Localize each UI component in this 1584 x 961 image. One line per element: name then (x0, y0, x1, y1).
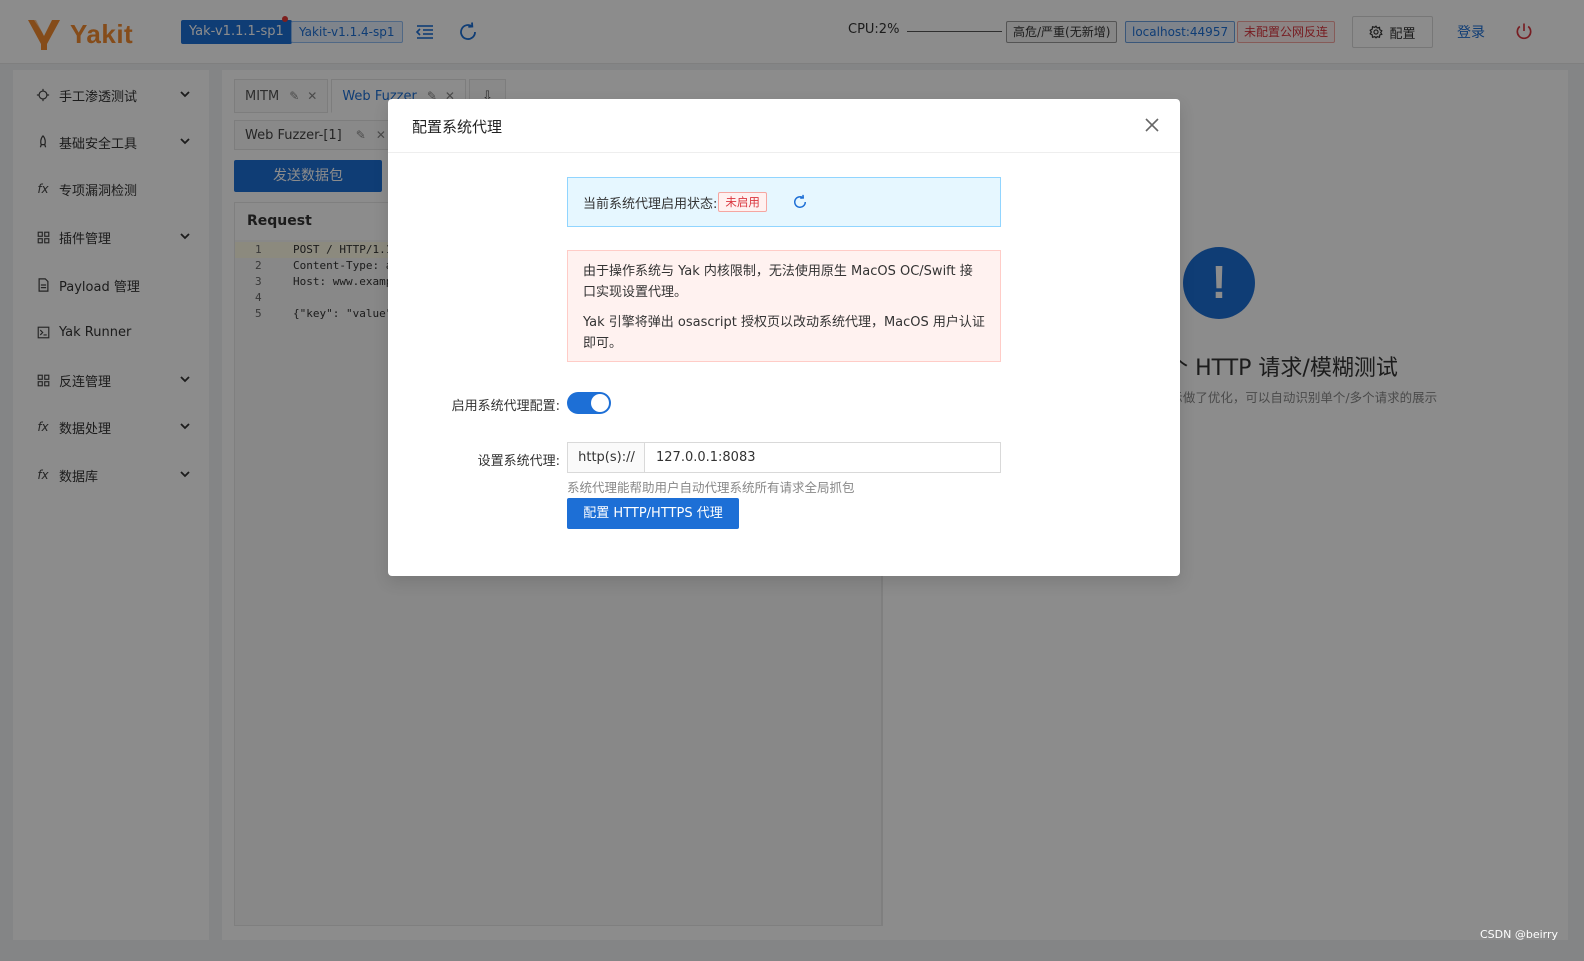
close-icon[interactable] (1142, 115, 1162, 135)
enable-proxy-switch[interactable] (567, 392, 611, 414)
proxy-address-input[interactable] (644, 442, 1001, 473)
proxy-help-text: 系统代理能帮助用户自动代理系统所有请求全局抓包 (567, 480, 855, 495)
system-proxy-modal: 配置系统代理 当前系统代理启用状态: 未启用 由于操作系统与 Yak 内核限制，… (388, 99, 1180, 576)
refresh-icon[interactable] (791, 193, 809, 211)
proxy-address-label: 设置系统代理: (477, 454, 560, 469)
limitation-alert: 由于操作系统与 Yak 内核限制，无法使用原生 MacOS OC/Swift 接… (567, 250, 1001, 362)
proxy-scheme-prefix: http(s):// (567, 442, 645, 473)
alert-text: Yak 引擎将弹出 osascript 授权页以改动系统代理，MacOS 用户认… (583, 315, 985, 351)
status-label: 当前系统代理启用状态: (583, 196, 718, 212)
watermark: CSDN @beirry (1480, 928, 1559, 941)
status-badge: 未启用 (718, 192, 767, 212)
configure-proxy-button[interactable]: 配置 HTTP/HTTPS 代理 (567, 498, 739, 529)
proxy-status-alert: 当前系统代理启用状态: 未启用 (567, 177, 1001, 227)
alert-text: 由于操作系统与 Yak 内核限制，无法使用原生 MacOS OC/Swift 接… (583, 264, 973, 300)
modal-title: 配置系统代理 (412, 118, 503, 136)
enable-proxy-label: 启用系统代理配置: (451, 399, 560, 414)
modal-header: 配置系统代理 (388, 99, 1180, 153)
